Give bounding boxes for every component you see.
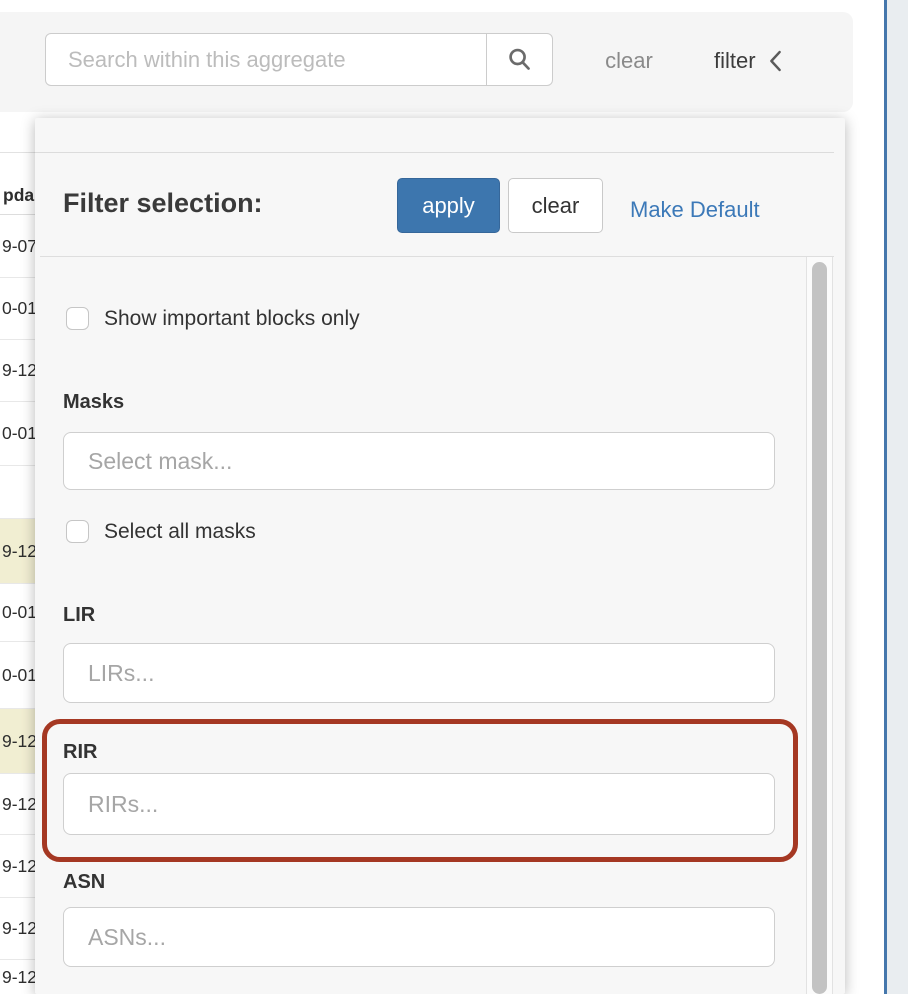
filter-toggle-label: filter (714, 48, 756, 74)
table-row: 9-12 (0, 519, 36, 584)
table-row: 9-12 (0, 774, 36, 835)
panel-header-divider (35, 152, 834, 153)
clear-search-link[interactable]: clear (584, 48, 674, 74)
masks-select-input[interactable] (63, 432, 775, 490)
table-row: 9-12 (0, 898, 36, 960)
masks-label: Masks (63, 391, 124, 414)
lir-select-input[interactable] (63, 643, 775, 703)
rir-select-input[interactable] (63, 773, 775, 835)
table-row: 0-01 (0, 402, 36, 466)
page-right-margin (887, 0, 908, 994)
search-icon (506, 46, 533, 73)
table-row: 9-07 (0, 216, 36, 278)
scroll-area-divider (40, 256, 834, 257)
filter-panel: Filter selection: apply clear Make Defau… (35, 118, 845, 994)
table-row: 0-01 (0, 278, 36, 340)
lir-label: LIR (63, 604, 95, 627)
table-row: 0-01 (0, 642, 36, 709)
table-row: 9-12 (0, 709, 36, 774)
panel-title: Filter selection: (63, 188, 263, 219)
table-header-fragment: pda (0, 115, 36, 215)
background-table-strip: pda 9-07 0-01 9-12 0-01 9-12 0-01 0-01 9… (0, 112, 36, 994)
table-row (0, 466, 36, 519)
table-row: 0-01 (0, 584, 36, 642)
screen: clear filter pda 9-07 0-01 9-12 0-01 9-1… (0, 0, 908, 994)
select-all-masks-label: Select all masks (104, 517, 256, 546)
make-default-link[interactable]: Make Default (630, 197, 760, 223)
search-input[interactable] (45, 33, 487, 86)
table-row: 9-12 (0, 340, 36, 402)
asn-select-input[interactable] (63, 907, 775, 967)
table-row: 9-12 (0, 960, 36, 994)
clear-filters-button[interactable]: clear (508, 178, 603, 233)
apply-button[interactable]: apply (397, 178, 500, 233)
show-important-checkbox[interactable] (66, 307, 89, 330)
search-button[interactable] (486, 33, 553, 86)
filter-toggle[interactable]: filter (714, 48, 783, 74)
scrollbar-thumb[interactable] (812, 262, 827, 994)
page-edge-border (884, 0, 887, 994)
table-row: 9-12 (0, 835, 36, 898)
show-important-label: Show important blocks only (104, 304, 360, 333)
select-all-masks-checkbox[interactable] (66, 520, 89, 543)
aggregate-search-bar: clear filter (0, 12, 853, 112)
chevron-left-icon (768, 50, 783, 72)
asn-label: ASN (63, 871, 105, 894)
rir-label: RIR (63, 741, 97, 764)
